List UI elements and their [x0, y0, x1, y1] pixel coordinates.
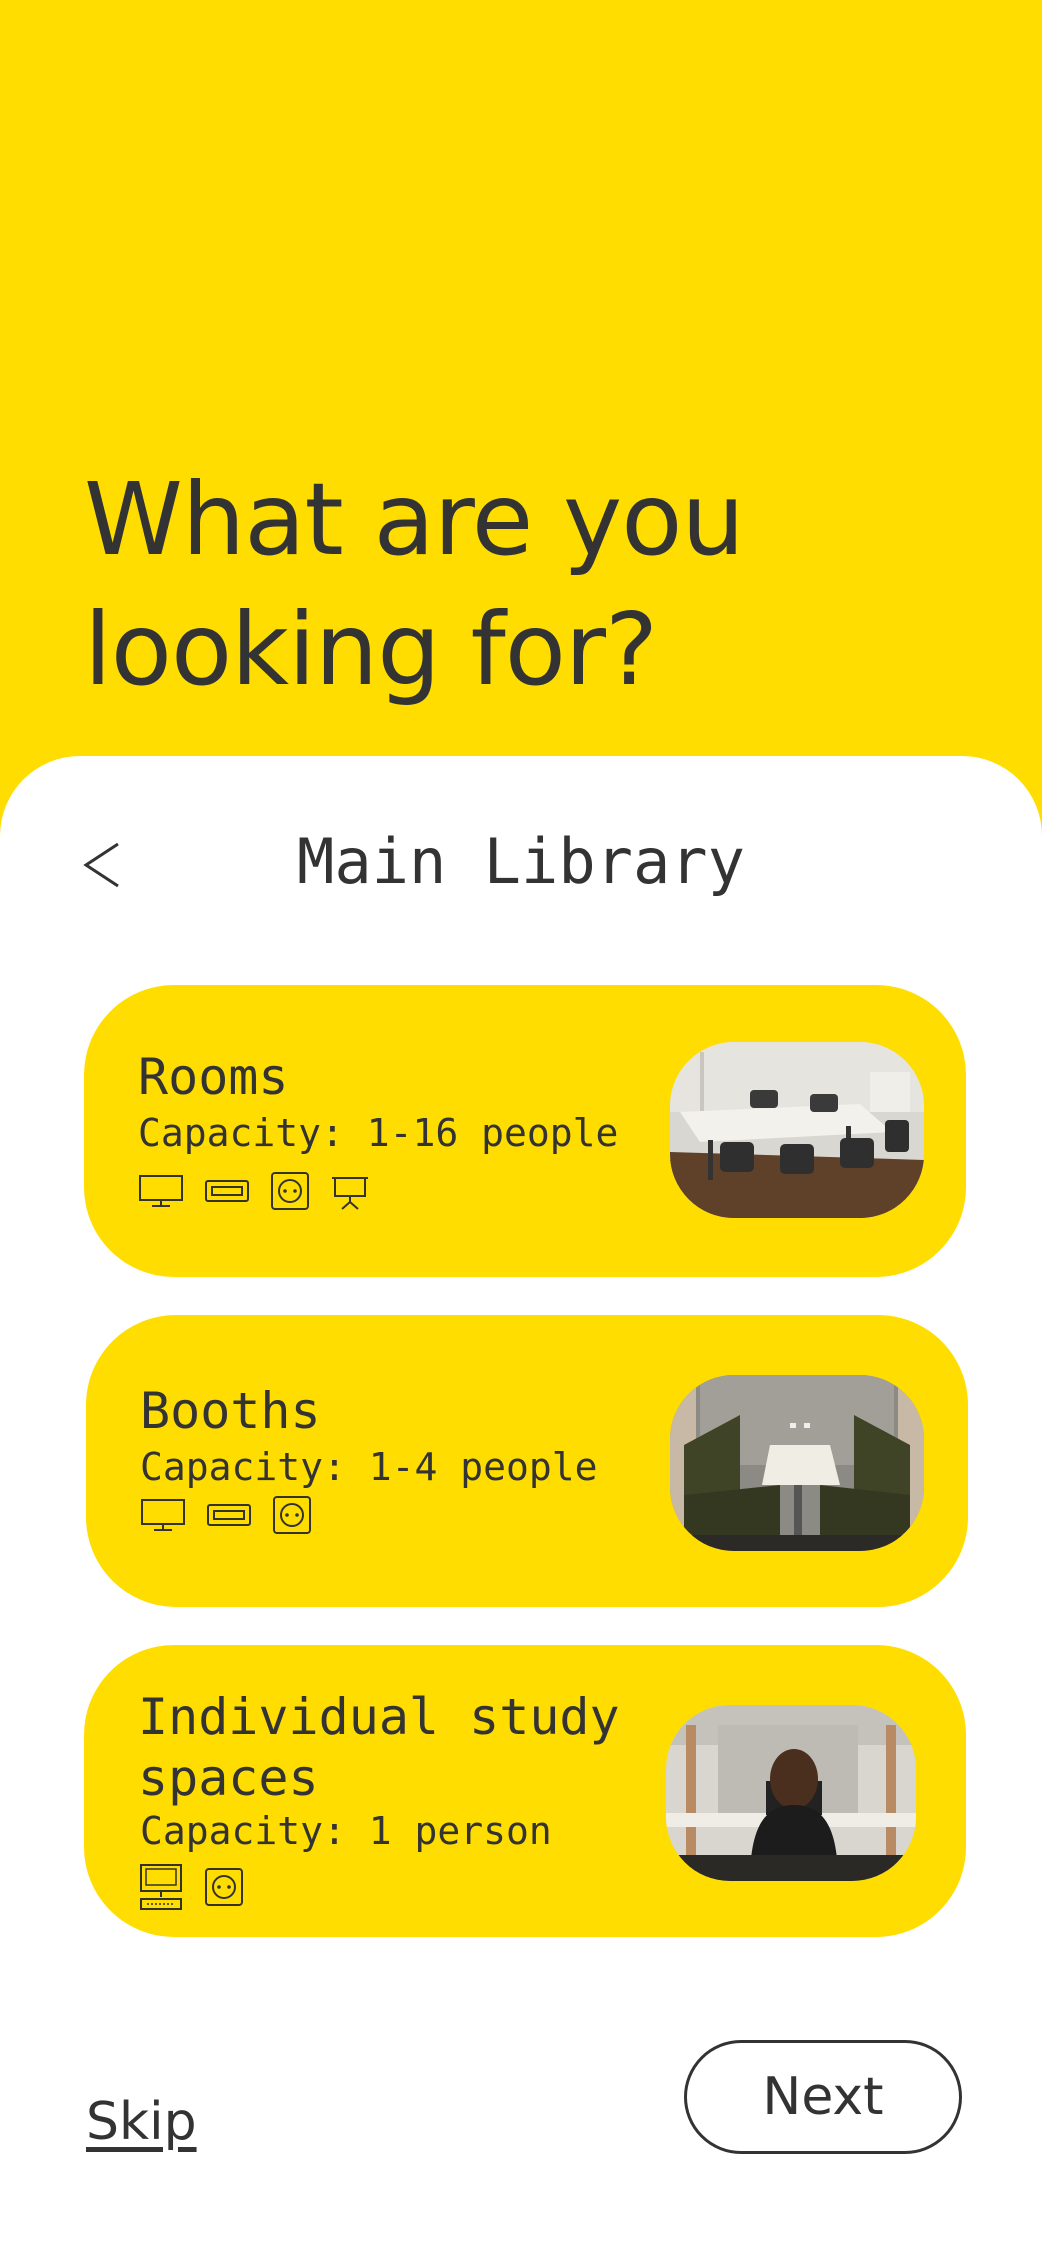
amenity-list	[138, 1863, 620, 1911]
study-desk-photo	[666, 1705, 916, 1881]
amenity-list	[138, 1171, 618, 1211]
power-socket-icon	[204, 1867, 244, 1907]
category-card-booths[interactable]: Booths Capacity: 1-4 people	[86, 1315, 968, 1607]
amenity-list	[140, 1495, 598, 1535]
card-title-line-2: spaces	[138, 1749, 319, 1807]
heading-line-2: looking for?	[84, 591, 658, 708]
card-capacity: Capacity: 1-4 people	[140, 1445, 598, 1489]
skip-link[interactable]: Skip	[86, 2090, 197, 2154]
desktop-computer-icon	[138, 1863, 184, 1911]
card-capacity: Capacity: 1 person	[140, 1809, 552, 1853]
hdmi-icon	[206, 1502, 252, 1528]
monitor-icon	[140, 1498, 186, 1532]
page-heading: What are you looking for?	[84, 455, 745, 715]
card-capacity: Capacity: 1-16 people	[138, 1111, 619, 1155]
power-socket-icon	[272, 1495, 312, 1535]
meeting-room-photo	[670, 1042, 924, 1218]
category-card-individual-study[interactable]: Individual study spaces Capacity: 1 pers…	[84, 1645, 966, 1937]
power-socket-icon	[270, 1171, 310, 1211]
next-button[interactable]: Next	[684, 2040, 962, 2154]
category-card-rooms[interactable]: Rooms Capacity: 1-16 people	[84, 985, 966, 1277]
card-title: Rooms	[138, 1048, 289, 1106]
monitor-icon	[138, 1174, 184, 1208]
card-title-line-1: Individual study	[138, 1688, 620, 1746]
location-title: Main Library	[297, 825, 745, 898]
hdmi-icon	[204, 1178, 250, 1204]
booth-photo	[670, 1375, 924, 1551]
card-title: Booths	[140, 1382, 321, 1440]
projector-screen-icon	[330, 1172, 370, 1210]
heading-line-1: What are you	[84, 461, 745, 578]
